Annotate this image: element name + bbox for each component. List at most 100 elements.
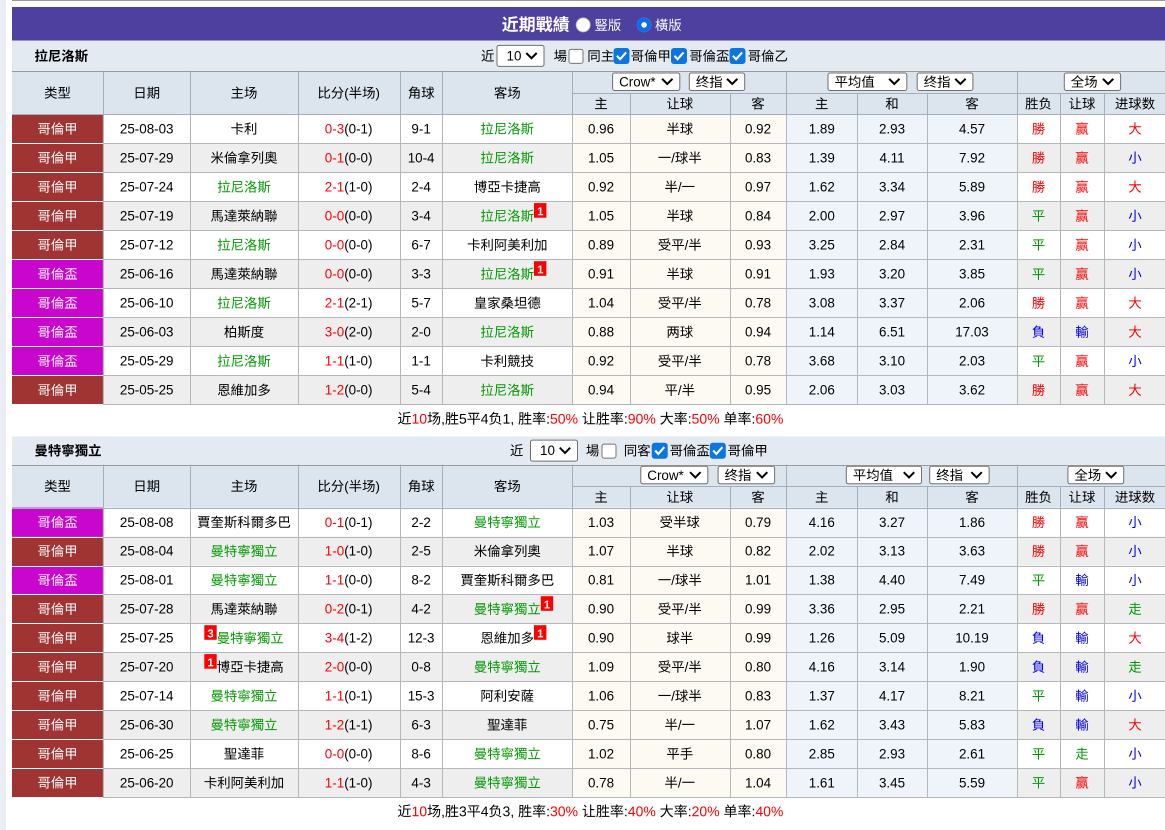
svg-text:25-06-03: 25-06-03 [120,325,174,340]
svg-text:25-08-04: 25-08-04 [120,544,174,559]
svg-text:0.92: 0.92 [588,180,614,195]
svg-text:25-08-01: 25-08-01 [120,573,174,588]
svg-text:1.07: 1.07 [588,544,614,559]
svg-text:2-5: 2-5 [411,544,430,559]
svg-text:Crow*: Crow* [647,468,683,483]
svg-text:10: 10 [540,443,555,458]
svg-text:25-08-03: 25-08-03 [120,121,174,136]
svg-text:0.80: 0.80 [745,746,771,761]
svg-text:0.99: 0.99 [745,602,771,617]
svg-text:7.92: 7.92 [959,150,985,165]
svg-text:9-1: 9-1 [411,121,430,136]
svg-text:0.91: 0.91 [588,267,614,282]
svg-text:15-3: 15-3 [408,689,435,704]
svg-text:3.37: 3.37 [879,296,905,311]
svg-text:(1-0): (1-0) [344,544,372,559]
svg-text:0.92: 0.92 [745,121,771,136]
svg-text:1-0: 1-0 [325,544,344,559]
svg-text:25-06-20: 25-06-20 [120,775,174,790]
svg-text:2.61: 2.61 [959,746,985,761]
svg-text:2.02: 2.02 [809,544,835,559]
svg-text:25-07-19: 25-07-19 [120,209,174,224]
svg-text:0.83: 0.83 [745,150,771,165]
svg-text:(1-0): (1-0) [344,775,372,790]
svg-text:0-1: 0-1 [325,515,344,530]
svg-text:2.06: 2.06 [809,383,835,398]
svg-text:1.04: 1.04 [745,775,772,790]
svg-text:25-07-29: 25-07-29 [120,150,174,165]
svg-text:(0-0): (0-0) [344,573,372,588]
svg-text:2-0: 2-0 [411,325,430,340]
svg-text:25-06-16: 25-06-16 [120,267,174,282]
svg-text:1.03: 1.03 [588,515,614,530]
svg-text:(0-1): (0-1) [344,515,372,530]
svg-text:1.39: 1.39 [809,150,835,165]
svg-text:0.92: 0.92 [588,354,614,369]
svg-text:0.94: 0.94 [745,325,772,340]
svg-text:(2-0): (2-0) [344,325,372,340]
svg-text:17.03: 17.03 [955,325,989,340]
svg-text:6-3: 6-3 [411,717,430,732]
svg-text:8-2: 8-2 [411,573,430,588]
svg-text:0.82: 0.82 [745,544,771,559]
svg-text:2-0: 2-0 [325,660,344,675]
svg-text:10-4: 10-4 [408,150,435,165]
svg-text:0.94: 0.94 [588,383,615,398]
svg-text:2-4: 2-4 [411,180,431,195]
svg-text:1.07: 1.07 [745,717,771,732]
svg-text:3.08: 3.08 [809,296,835,311]
svg-text:2.93: 2.93 [879,746,905,761]
svg-text:2.21: 2.21 [959,602,985,617]
svg-text:5-4: 5-4 [411,383,431,398]
svg-text:1-2: 1-2 [325,383,344,398]
svg-text:1-2: 1-2 [325,717,344,732]
svg-text:1.05: 1.05 [588,209,614,224]
svg-text:0.97: 0.97 [745,180,771,195]
svg-text:0.83: 0.83 [745,689,771,704]
svg-text:5.09: 5.09 [879,631,905,646]
svg-text:4-3: 4-3 [411,775,430,790]
svg-text:25-06-30: 25-06-30 [120,717,174,732]
svg-text:Crow*: Crow* [619,75,655,90]
svg-text:0.95: 0.95 [745,383,771,398]
svg-text:2-1: 2-1 [325,296,344,311]
svg-text:4.40: 4.40 [879,573,905,588]
svg-text:25-06-10: 25-06-10 [120,296,174,311]
svg-text:0.78: 0.78 [745,354,771,369]
svg-text:2.06: 2.06 [959,296,985,311]
svg-text:0.90: 0.90 [588,602,614,617]
svg-text:0.78: 0.78 [745,296,771,311]
svg-text:0.81: 0.81 [588,573,614,588]
svg-text:0-2: 0-2 [325,602,344,617]
svg-text:1.86: 1.86 [959,515,985,530]
svg-text:10: 10 [507,49,522,64]
svg-text:8.21: 8.21 [959,689,985,704]
svg-text:25-05-25: 25-05-25 [120,383,174,398]
svg-text:(0-0): (0-0) [344,150,372,165]
svg-text:0.79: 0.79 [745,515,771,530]
svg-text:0.93: 0.93 [745,238,771,253]
svg-text:3-4: 3-4 [325,631,345,646]
svg-text:1.04: 1.04 [588,296,615,311]
svg-text:0.88: 0.88 [588,325,614,340]
svg-text:(1-2): (1-2) [344,631,372,646]
svg-text:(1-1): (1-1) [344,717,372,732]
svg-text:0-0: 0-0 [325,267,344,282]
svg-text:2-1: 2-1 [325,180,344,195]
svg-text:25-05-29: 25-05-29 [120,354,174,369]
svg-text:1.26: 1.26 [809,631,835,646]
svg-text:1.06: 1.06 [588,689,614,704]
svg-text:25-07-28: 25-07-28 [120,602,174,617]
svg-text:4-2: 4-2 [411,602,430,617]
svg-text:3.13: 3.13 [879,544,905,559]
svg-text:0-3: 0-3 [325,121,344,136]
svg-text:0.96: 0.96 [588,121,614,136]
svg-text:1.05: 1.05 [588,150,614,165]
svg-text:25-07-24: 25-07-24 [120,180,174,195]
svg-text:1.62: 1.62 [809,180,835,195]
svg-text:(0-0): (0-0) [344,267,372,282]
svg-text:2.00: 2.00 [809,209,835,224]
svg-text:1.09: 1.09 [588,660,614,675]
svg-text:0.80: 0.80 [745,660,771,675]
svg-text:0.90: 0.90 [588,631,614,646]
